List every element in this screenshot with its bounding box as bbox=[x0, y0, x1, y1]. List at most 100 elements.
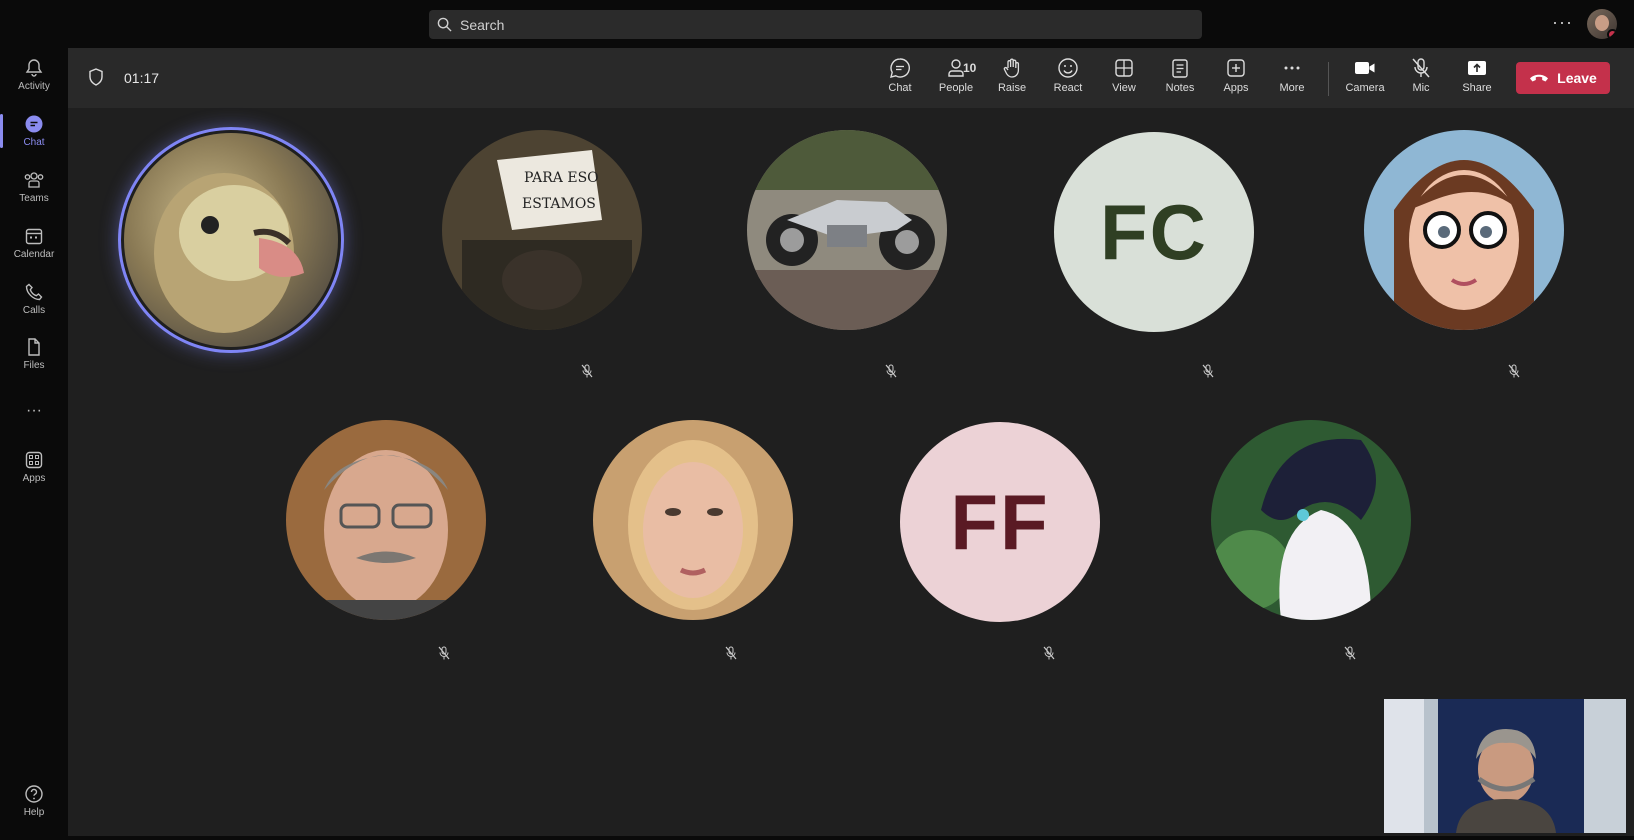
sign-photo: PARA ESO ESTAMOS bbox=[442, 130, 642, 330]
toolbar-divider bbox=[1328, 62, 1329, 96]
apps-button-label: Apps bbox=[1223, 82, 1249, 94]
rail-item-chat[interactable]: Chat bbox=[0, 106, 68, 156]
duckling-photo bbox=[154, 173, 304, 333]
file-icon bbox=[28, 338, 40, 356]
share-button[interactable]: Share bbox=[1451, 57, 1503, 101]
raise-hand-button[interactable]: Raise bbox=[986, 57, 1038, 101]
rail-label: Files bbox=[23, 360, 45, 371]
smiley-icon bbox=[1058, 58, 1078, 78]
more-actions-button[interactable]: More bbox=[1266, 57, 1318, 101]
more-icon bbox=[1284, 66, 1300, 70]
motorcycle-photo bbox=[747, 130, 947, 330]
bell-icon bbox=[25, 59, 43, 77]
meeting-timer: 01:17 bbox=[124, 70, 160, 86]
participant-initials-ff: FF bbox=[900, 422, 1100, 622]
chat-button-label: Chat bbox=[888, 82, 912, 94]
search-box[interactable]: Search bbox=[429, 10, 1202, 39]
rail-label: Apps bbox=[22, 473, 46, 484]
camera-button-label: Camera bbox=[1345, 82, 1385, 94]
leave-button-label: Leave bbox=[1557, 70, 1597, 86]
mic-off-icon bbox=[581, 364, 593, 378]
participant-tile-motorcycle[interactable] bbox=[747, 130, 947, 330]
participant-tile-woman[interactable] bbox=[593, 420, 793, 620]
help-icon bbox=[25, 785, 43, 803]
view-layout-icon bbox=[1115, 59, 1133, 77]
rail-label: Help bbox=[23, 807, 45, 818]
svg-text:PARA ESO: PARA ESO bbox=[524, 170, 599, 186]
mic-off-icon bbox=[1344, 646, 1356, 660]
cartoon-avatar bbox=[1364, 130, 1564, 330]
leave-button[interactable]: Leave bbox=[1516, 62, 1610, 94]
settings-more-button[interactable]: ··· bbox=[1552, 12, 1573, 33]
woman-photo bbox=[593, 420, 793, 620]
participant-tile-anime[interactable] bbox=[1211, 420, 1411, 620]
rail-item-calendar[interactable]: Calendar bbox=[0, 218, 68, 268]
notes-button-label: Notes bbox=[1165, 82, 1195, 94]
more-button-label: More bbox=[1279, 82, 1305, 94]
raise-hand-icon bbox=[1003, 58, 1020, 78]
mic-off-icon bbox=[1412, 58, 1430, 78]
avatar-face bbox=[1595, 15, 1609, 31]
rail-item-help[interactable]: Help bbox=[0, 776, 68, 826]
mic-button-label: Mic bbox=[1412, 82, 1430, 94]
hang-up-icon bbox=[1530, 74, 1549, 82]
participant-tile-ff[interactable]: FF bbox=[900, 422, 1100, 622]
apps-button[interactable]: Apps bbox=[1210, 57, 1262, 101]
react-button[interactable]: React bbox=[1042, 57, 1094, 101]
rail-label: Calendar bbox=[13, 249, 55, 260]
search-placeholder: Search bbox=[460, 16, 505, 33]
participant-tile-fc[interactable]: FC bbox=[1054, 132, 1254, 332]
apps-icon bbox=[25, 451, 43, 469]
anime-avatar bbox=[1211, 420, 1411, 620]
participant-tile-man-glasses[interactable] bbox=[286, 420, 486, 620]
calendar-icon bbox=[25, 228, 43, 245]
notes-icon bbox=[1172, 59, 1188, 78]
svg-text:ESTAMOS: ESTAMOS bbox=[522, 196, 596, 212]
teams-icon bbox=[24, 172, 44, 188]
camera-button[interactable]: Camera bbox=[1339, 57, 1391, 101]
view-button-label: View bbox=[1112, 82, 1136, 94]
mic-button[interactable]: Mic bbox=[1395, 57, 1447, 101]
add-app-icon bbox=[1227, 59, 1245, 77]
mic-off-icon bbox=[725, 646, 737, 660]
rail-item-more[interactable]: ··· bbox=[0, 386, 68, 436]
raise-button-label: Raise bbox=[997, 82, 1027, 94]
mic-off-icon bbox=[1202, 364, 1214, 378]
mic-off-icon bbox=[1043, 646, 1055, 660]
rail-item-activity[interactable]: Activity bbox=[0, 50, 68, 100]
mic-off-icon bbox=[1508, 364, 1520, 378]
rail-item-teams[interactable]: Teams bbox=[0, 162, 68, 212]
chat-button[interactable]: Chat bbox=[874, 57, 926, 101]
view-button[interactable]: View bbox=[1098, 57, 1150, 101]
rail-label: Activity bbox=[18, 81, 50, 92]
phone-icon bbox=[25, 283, 43, 301]
search-icon bbox=[437, 17, 452, 32]
react-button-label: React bbox=[1053, 82, 1083, 94]
chat-icon bbox=[25, 115, 43, 133]
rail-item-calls[interactable]: Calls bbox=[0, 274, 68, 324]
rail-item-files[interactable]: Files bbox=[0, 329, 68, 379]
people-button[interactable]: 10 People bbox=[930, 57, 982, 101]
app-bar: Activity Chat Teams Calendar Calls Files… bbox=[0, 48, 68, 840]
self-video-frame bbox=[1384, 699, 1626, 833]
rail-label: Teams bbox=[19, 193, 49, 204]
rail-label: Calls bbox=[22, 305, 46, 316]
share-screen-icon bbox=[1468, 61, 1486, 75]
share-button-label: Share bbox=[1462, 82, 1492, 94]
participant-tile-sign[interactable]: PARA ESO ESTAMOS bbox=[442, 130, 642, 330]
shield-icon bbox=[89, 68, 103, 86]
participant-initials-fc: FC bbox=[1054, 132, 1254, 332]
more-apps-ellipsis: ··· bbox=[26, 402, 42, 419]
mic-off-icon bbox=[438, 646, 450, 660]
participant-tile-cartoon[interactable] bbox=[1364, 130, 1564, 330]
participant-tile-duckling[interactable] bbox=[124, 133, 338, 347]
rail-item-apps[interactable]: Apps bbox=[0, 442, 68, 492]
profile-avatar[interactable] bbox=[1587, 9, 1617, 39]
people-button-label: People bbox=[938, 82, 974, 94]
mic-off-icon bbox=[885, 364, 897, 378]
camera-icon bbox=[1355, 62, 1375, 74]
self-video-preview[interactable] bbox=[1384, 699, 1626, 833]
notes-button[interactable]: Notes bbox=[1154, 57, 1206, 101]
title-bar: Search ··· bbox=[0, 0, 1634, 48]
presence-badge bbox=[1607, 29, 1617, 39]
